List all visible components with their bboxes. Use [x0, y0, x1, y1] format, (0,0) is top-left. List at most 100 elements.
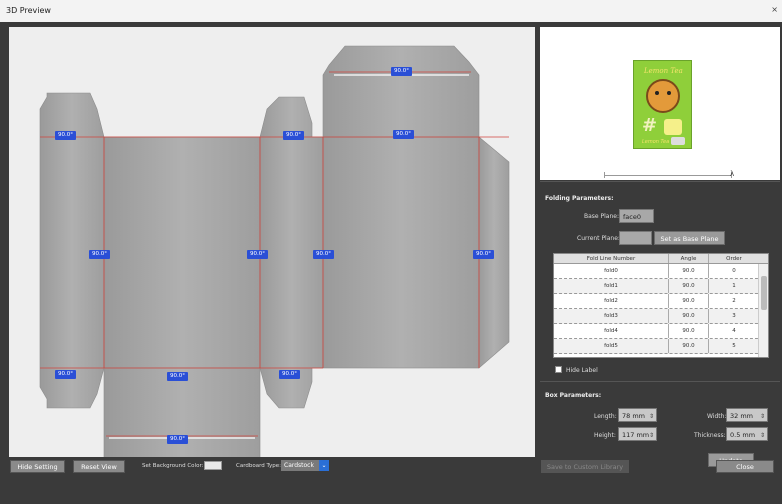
length-value: 78 mm — [622, 412, 646, 420]
fold-lines-table: Fold Line Number Angle Order fold0 90.0 0 … — [553, 253, 769, 358]
title-bar: 3D Preview × — [0, 0, 782, 22]
length-input[interactable]: 78 mm ⇕ — [618, 408, 657, 422]
slider-handle[interactable]: λ — [730, 170, 734, 178]
thickness-label: Thickness: — [694, 432, 726, 439]
fold-angle-label: 90.0° — [473, 250, 494, 259]
fold-angle-label: 90.0° — [283, 131, 304, 140]
height-value: 117 mm — [622, 431, 650, 439]
table-row[interactable]: fold3 90.0 3 — [554, 309, 768, 324]
fold-angle-label: 90.0° — [55, 131, 76, 140]
3d-viewport[interactable]: 90.0° 90.0° 90.0° 90.0° 90.0° 90.0° 90.0… — [9, 27, 535, 457]
fold-order: 3 — [732, 313, 736, 319]
spinner-icon[interactable]: ⇕ — [760, 410, 765, 424]
fold-angle-label: 90.0° — [167, 372, 188, 381]
close-window-icon[interactable]: × — [771, 5, 778, 14]
save-custom-library-button[interactable]: Save to Custom Library — [541, 460, 629, 473]
hide-setting-button[interactable]: Hide Setting — [10, 460, 65, 473]
box-dieline — [39, 45, 510, 457]
table-row[interactable]: fold0 90.0 0 — [554, 264, 768, 279]
fold-order: 5 — [732, 343, 736, 349]
table-header: Fold Line Number Angle Order — [554, 254, 768, 264]
fold-angle-label: 90.0° — [167, 435, 188, 444]
slider-tick — [604, 172, 605, 178]
divider — [540, 381, 780, 382]
folding-section-title: Folding Parameters: — [545, 195, 614, 202]
fold-angle: 90.0 — [669, 324, 709, 338]
chevron-down-icon[interactable]: ⌄ — [319, 460, 329, 471]
column-header: Fold Line Number — [554, 254, 669, 263]
top-flap — [322, 45, 480, 138]
fold-angle: 90.0 — [669, 309, 709, 323]
fold-angle: 90.0 — [669, 339, 709, 353]
fold-angle-label: 90.0° — [247, 250, 268, 259]
bg-color-label: Set Background Color: — [142, 463, 204, 469]
cardboard-type-select[interactable]: Cardstock ⌄ — [281, 460, 329, 471]
table-row[interactable]: fold2 90.0 2 — [554, 294, 768, 309]
thickness-input[interactable]: 0.5 mm ⇕ — [726, 427, 768, 441]
fold-angle-label: 90.0° — [393, 130, 414, 139]
box-section-title: Box Parameters: — [545, 392, 602, 399]
fold-name: fold1 — [554, 279, 669, 293]
fold-name: fold2 — [554, 294, 669, 308]
card-subtitle: Lemon Tea — [642, 139, 670, 145]
height-label: Height: — [594, 432, 616, 439]
close-button[interactable]: Close — [716, 460, 774, 473]
card-label-patch — [671, 137, 685, 145]
bg-color-swatch[interactable] — [204, 461, 222, 470]
thickness-value: 0.5 mm — [730, 431, 756, 439]
hash-graphic: # — [642, 115, 658, 136]
cardboard-type-label: Cardboard Type: — [236, 463, 281, 469]
table-row[interactable]: fold4 90.0 4 — [554, 324, 768, 339]
table-row[interactable]: fold1 90.0 1 — [554, 279, 768, 294]
fold-name: fold0 — [554, 264, 669, 278]
fold-angle-label: 90.0° — [55, 370, 76, 379]
fold-angle: 90.0 — [669, 279, 709, 293]
fold-angle-label: 90.0° — [391, 67, 412, 76]
column-header: Order — [726, 256, 742, 262]
fold-order: 0 — [732, 268, 736, 274]
cardboard-type-value: Cardstock — [284, 462, 314, 469]
width-value: 32 mm — [730, 412, 754, 420]
fold-angle-label: 90.0° — [89, 250, 110, 259]
fold-name: fold4 — [554, 324, 669, 338]
length-label: Length: — [594, 413, 617, 420]
box-render: Lemon Tea # Lemon Tea — [633, 60, 692, 149]
width-input[interactable]: 32 mm ⇕ — [726, 408, 768, 422]
window-title: 3D Preview — [6, 6, 51, 15]
scrollbar-thumb[interactable] — [761, 276, 767, 310]
base-plane-field[interactable]: face0 — [619, 209, 654, 223]
fold-name: fold5 — [554, 339, 669, 353]
tiger-illustration — [646, 79, 680, 113]
3d-box-preview[interactable]: Lemon Tea # Lemon Tea λ — [540, 27, 780, 180]
fold-order: 1 — [732, 283, 736, 289]
current-plane-label: Current Plane: — [577, 235, 620, 242]
reset-view-button[interactable]: Reset View — [73, 460, 125, 473]
width-label: Width: — [707, 413, 727, 420]
spinner-icon[interactable]: ⇕ — [649, 429, 654, 443]
fold-angle: 90.0 — [669, 294, 709, 308]
fold-order: 4 — [732, 328, 736, 334]
column-header: Angle — [669, 254, 709, 263]
hide-label-checkbox[interactable] — [555, 366, 562, 373]
hide-label-text: Hide Label — [566, 367, 598, 374]
base-plane-label: Base Plane: — [584, 213, 619, 220]
spinner-icon[interactable]: ⇕ — [760, 429, 765, 443]
lemon-jar-graphic — [664, 119, 682, 135]
front-panel — [103, 136, 261, 369]
table-scrollbar[interactable] — [758, 264, 768, 357]
set-base-plane-button[interactable]: Set as Base Plane — [654, 231, 725, 245]
divider — [540, 181, 780, 182]
fold-slider[interactable] — [604, 172, 732, 178]
table-row[interactable]: fold5 90.0 5 — [554, 339, 768, 354]
fold-angle-label: 90.0° — [313, 250, 334, 259]
fold-angle-label: 90.0° — [279, 370, 300, 379]
fold-order: 2 — [732, 298, 736, 304]
back-panel — [322, 136, 480, 369]
fold-angle: 90.0 — [669, 264, 709, 278]
current-plane-field[interactable] — [619, 231, 652, 245]
spinner-icon[interactable]: ⇕ — [649, 410, 654, 424]
bottom-toolbar: Hide Setting Reset View Set Background C… — [0, 460, 782, 504]
card-title: Lemon Tea — [644, 67, 683, 75]
height-input[interactable]: 117 mm ⇕ — [618, 427, 657, 441]
fold-name: fold3 — [554, 309, 669, 323]
